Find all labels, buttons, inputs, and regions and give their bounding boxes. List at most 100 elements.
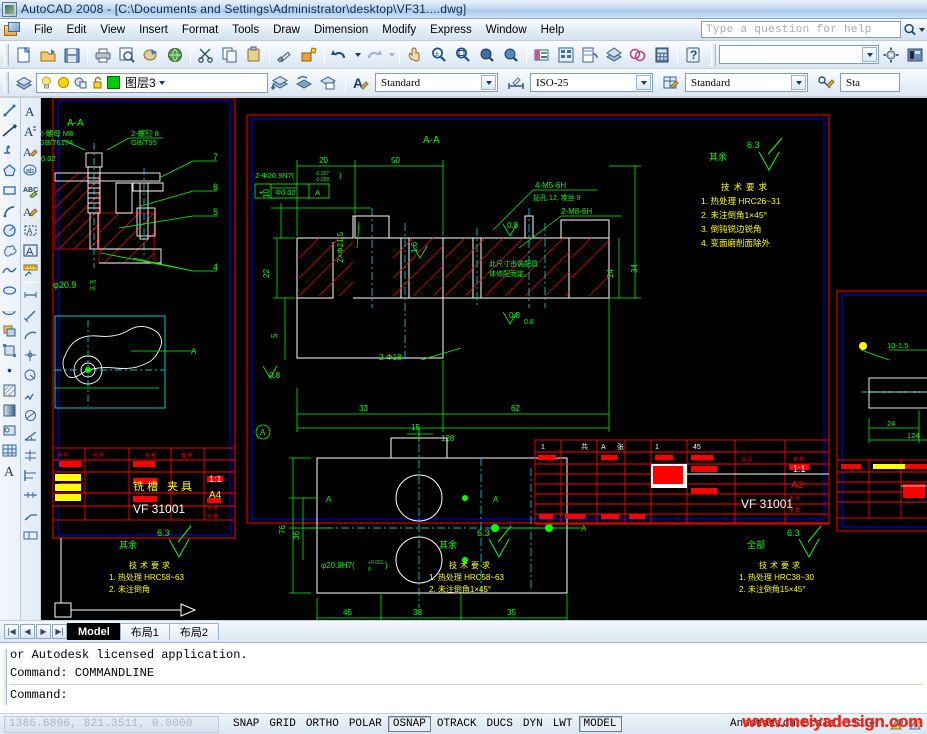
text-style-icon-2[interactable]: A <box>22 200 40 220</box>
polyline-icon[interactable] <box>1 140 19 160</box>
status-toggle-osnap[interactable]: OSNAP <box>388 716 431 732</box>
coordinates-display[interactable]: 1386.6896, 821.3511, 0.0000 <box>4 716 219 733</box>
status-toggle-ortho[interactable]: ORTHO <box>302 716 343 732</box>
plot-icon[interactable] <box>91 43 115 67</box>
linear-dimension-icon[interactable] <box>22 285 40 305</box>
status-toggle-otrack[interactable]: OTRACK <box>433 716 481 732</box>
polygon-icon[interactable] <box>1 160 19 180</box>
menu-window[interactable]: Window <box>479 21 534 39</box>
menu-view[interactable]: View <box>93 21 132 39</box>
quickcalc-icon[interactable] <box>650 43 674 67</box>
publish-icon[interactable] <box>139 43 163 67</box>
status-toggle-snap[interactable]: SNAP <box>229 716 263 732</box>
baseline-dimension-icon[interactable] <box>22 465 40 485</box>
ellipse-arc-icon[interactable] <box>1 300 19 320</box>
rectangle-icon[interactable] <box>1 180 19 200</box>
table-icon[interactable] <box>1 440 19 460</box>
dimension-style-dropdown-icon[interactable] <box>636 75 651 90</box>
nav-first-button[interactable]: |◀ <box>4 624 19 639</box>
angular-dimension-icon[interactable] <box>22 425 40 445</box>
text-style-combo[interactable]: Standard <box>375 73 498 92</box>
scale-text-icon[interactable]: A <box>22 220 40 240</box>
convert-distance-icon[interactable] <box>22 260 40 280</box>
quick-dimension-icon[interactable] <box>22 445 40 465</box>
tolerance-icon[interactable] <box>22 525 40 545</box>
find-replace-icon[interactable]: ABC <box>22 180 40 200</box>
single-line-text-icon[interactable]: A <box>22 100 40 120</box>
help-search-icon[interactable] <box>903 21 925 38</box>
arc-length-icon[interactable] <box>22 325 40 345</box>
menu-insert[interactable]: Insert <box>132 21 175 39</box>
line-icon[interactable] <box>1 100 19 120</box>
ellipse-icon[interactable] <box>1 280 19 300</box>
new-icon[interactable] <box>12 43 36 67</box>
justify-text-icon[interactable]: A <box>22 240 40 260</box>
zoom-previous-icon[interactable] <box>475 43 499 67</box>
help-icon[interactable]: ? <box>681 43 705 67</box>
insert-block-icon[interactable] <box>1 320 19 340</box>
my-workspace-icon[interactable] <box>903 43 927 67</box>
layer-dropdown-icon[interactable] <box>158 81 165 85</box>
multileader-style-icon[interactable] <box>814 71 838 95</box>
jogged-dimension-icon[interactable] <box>22 385 40 405</box>
menu-file[interactable]: File <box>27 21 60 39</box>
sheet-set-manager-icon[interactable] <box>602 43 626 67</box>
tab-layout2[interactable]: 布局2 <box>169 623 219 640</box>
redo-dropdown-icon[interactable] <box>386 43 396 67</box>
paste-icon[interactable] <box>242 43 266 67</box>
make-object-layer-current-icon[interactable] <box>292 71 316 95</box>
menu-tools[interactable]: Tools <box>225 21 266 39</box>
menu-help[interactable]: Help <box>534 21 572 39</box>
menu-modify[interactable]: Modify <box>375 21 423 39</box>
nav-prev-button[interactable]: ◀ <box>20 624 35 639</box>
undo-icon[interactable] <box>328 43 352 67</box>
layer-toolbar-grip[interactable] <box>4 72 9 94</box>
copy-icon[interactable] <box>218 43 242 67</box>
tab-layout1[interactable]: 布局1 <box>120 623 170 640</box>
open-icon[interactable] <box>36 43 60 67</box>
pan-realtime-icon[interactable] <box>403 43 427 67</box>
cad-drawing-canvas[interactable]: A-A <box>41 98 927 620</box>
plot-preview-icon[interactable] <box>115 43 139 67</box>
properties-icon[interactable] <box>530 43 554 67</box>
help-search-input[interactable]: Type a question for help <box>701 21 901 38</box>
drawing-area[interactable]: A-A <box>0 98 927 650</box>
menu-draw[interactable]: Draw <box>266 21 307 39</box>
save-icon[interactable] <box>60 43 84 67</box>
construction-line-icon[interactable] <box>1 120 19 140</box>
command-window-grip[interactable] <box>2 649 7 705</box>
lightbulb-on-icon[interactable] <box>39 75 54 90</box>
table-style-icon[interactable] <box>659 71 683 95</box>
revision-cloud-icon[interactable] <box>1 240 19 260</box>
aligned-dimension-icon[interactable] <box>22 305 40 325</box>
workspace-dropdown-icon[interactable] <box>862 47 877 62</box>
zoom-scale-icon[interactable] <box>499 43 523 67</box>
multileader-style-combo[interactable]: Sta <box>840 73 900 92</box>
zoom-window-icon[interactable] <box>451 43 475 67</box>
workspace-settings-icon[interactable] <box>879 43 903 67</box>
status-toggle-model[interactable]: MODEL <box>579 716 622 732</box>
layer-previous-icon[interactable] <box>268 71 292 95</box>
quick-leader-icon[interactable] <box>22 505 40 525</box>
layer-combo[interactable]: 图层3 <box>36 73 268 93</box>
point-icon[interactable] <box>1 360 19 380</box>
workspace-combo[interactable] <box>719 45 879 64</box>
gradient-icon[interactable] <box>1 400 19 420</box>
menu-edit[interactable]: Edit <box>60 21 94 39</box>
menu-format[interactable]: Format <box>175 21 225 39</box>
markup-set-icon[interactable] <box>163 43 187 67</box>
sun-icon[interactable] <box>56 75 71 90</box>
menu-express[interactable]: Express <box>423 21 479 39</box>
redo-icon[interactable] <box>362 43 386 67</box>
arc-icon[interactable] <box>1 200 19 220</box>
layer-states-icon[interactable] <box>316 71 340 95</box>
layer-color-swatch[interactable] <box>107 76 120 89</box>
tab-model[interactable]: Model <box>67 623 121 640</box>
spline-icon[interactable] <box>1 260 19 280</box>
nav-last-button[interactable]: ▶| <box>52 624 67 639</box>
cut-icon[interactable] <box>194 43 218 67</box>
status-toggle-polar[interactable]: POLAR <box>345 716 386 732</box>
tool-palettes-icon[interactable] <box>578 43 602 67</box>
ordinate-dimension-icon[interactable] <box>22 345 40 365</box>
zoom-realtime-icon[interactable]: ± <box>427 43 451 67</box>
